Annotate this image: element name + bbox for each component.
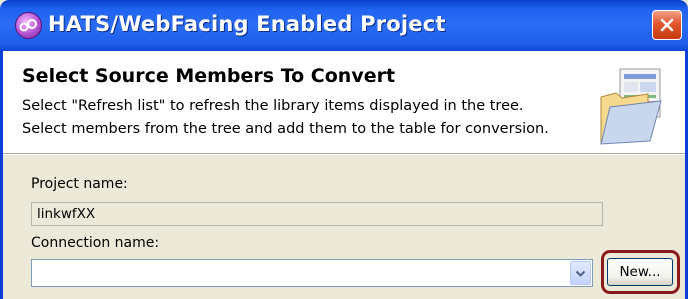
- wizard-header: Select Source Members To Convert Select …: [3, 51, 685, 153]
- connection-name-label: Connection name:: [31, 235, 160, 251]
- header-description-line-1: Select "Refresh list" to refresh the lib…: [22, 98, 524, 114]
- close-button[interactable]: [652, 10, 682, 40]
- new-connection-button[interactable]: New...: [607, 258, 673, 286]
- header-separator-highlight: [3, 154, 685, 155]
- project-name-field: linkwfXX: [31, 202, 603, 226]
- connection-name-combo[interactable]: [31, 259, 593, 287]
- header-description-line-2: Select members from the tree and add the…: [22, 121, 549, 137]
- app-icon: [15, 12, 42, 39]
- wizard-folder-icon: [600, 68, 662, 145]
- close-icon: [660, 18, 674, 32]
- dropdown-button[interactable]: [570, 261, 591, 285]
- chevron-down-icon: [575, 270, 586, 277]
- window-title: HATS/WebFacing Enabled Project: [48, 12, 446, 36]
- project-name-label: Project name:: [31, 176, 128, 192]
- page-title: Select Source Members To Convert: [22, 65, 396, 87]
- title-bar: HATS/WebFacing Enabled Project: [0, 0, 688, 51]
